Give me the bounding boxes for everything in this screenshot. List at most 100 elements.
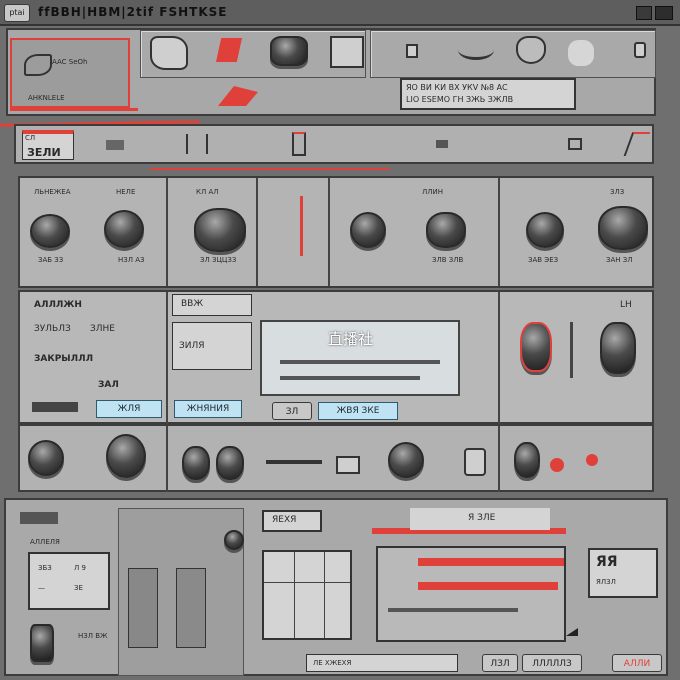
lower-cylinder[interactable] bbox=[464, 448, 486, 476]
bottom-top-strip bbox=[20, 512, 58, 524]
knob-label-1: ЗАБ ЗЗ bbox=[38, 256, 64, 264]
lower-knob-2[interactable] bbox=[106, 434, 146, 478]
lower-knob-5[interactable] bbox=[388, 442, 424, 478]
close-button[interactable] bbox=[655, 6, 673, 20]
plus-icon[interactable] bbox=[568, 138, 582, 150]
knob-label-6: ЗАВ ЭЕЗ bbox=[528, 256, 559, 264]
footer-left: ЛЕ ХЖЕХЯ bbox=[313, 659, 352, 667]
knob-divider-3 bbox=[328, 178, 330, 286]
mid-box: ЗИЛЯ bbox=[172, 322, 252, 370]
minimize-button[interactable] bbox=[636, 6, 652, 20]
mixer-knob-right[interactable] bbox=[600, 322, 636, 374]
knob-divider-4 bbox=[498, 178, 500, 286]
app-menu-button[interactable]: ptai bbox=[4, 4, 30, 22]
graph-bar-1 bbox=[418, 558, 564, 566]
knob-top-label-3: КЛ АЛ bbox=[196, 188, 219, 196]
mid-top-box: ВВЖ bbox=[172, 294, 252, 316]
knob-6[interactable] bbox=[526, 212, 564, 248]
lower-knob-1[interactable] bbox=[28, 440, 64, 476]
bar-icon[interactable] bbox=[106, 140, 124, 150]
knob-7[interactable] bbox=[598, 206, 648, 250]
lower-red-dot-2[interactable] bbox=[586, 454, 598, 466]
mixer-left-label-3: ЗЛНЕ bbox=[90, 324, 115, 334]
lower-divider-1 bbox=[166, 426, 168, 492]
knob-4[interactable] bbox=[350, 212, 386, 248]
knob-3[interactable] bbox=[194, 208, 246, 252]
play-triangle-icon[interactable] bbox=[566, 620, 578, 636]
mixer-divider-1 bbox=[166, 292, 168, 424]
shield-icon[interactable] bbox=[516, 36, 546, 64]
knob-top-label-7: ЗЛЗ bbox=[610, 188, 625, 196]
knob-bank: ЛЬНЕЖЕА НЕЛЕ КЛ АЛ ЛЛИН ЗЛЗ ЗАБ ЗЗ НЗЛ А… bbox=[18, 176, 654, 288]
grid-display bbox=[262, 550, 352, 640]
knob-top-label-5: ЛЛИН bbox=[422, 188, 444, 196]
window-title: ffBBH|HBM|2tif FSHTKSE bbox=[38, 5, 228, 19]
mid-button[interactable]: ЖНЯНИЯ bbox=[174, 400, 242, 418]
right-readout-box: Я ЗЛЕ bbox=[410, 508, 550, 530]
footer-bar: ЛЕ ХЖЕХЯ bbox=[306, 654, 458, 672]
logo-text: AAC SeOh bbox=[52, 58, 88, 66]
blob-icon[interactable] bbox=[568, 40, 594, 66]
wave-icon[interactable] bbox=[458, 40, 494, 60]
logo-icon bbox=[24, 54, 52, 76]
lower-switch[interactable] bbox=[266, 460, 322, 464]
lower-knob-4[interactable] bbox=[216, 446, 244, 480]
readout-display: ЯO ВИ КИ ВХ УКV №8 AC LIO ESEMO ГН ЗЖЬ З… bbox=[400, 78, 576, 110]
cup-icon[interactable] bbox=[270, 36, 308, 66]
mixer-panel: АЛЛЛЖН ЗУЛЬЛЗ ЗЛНЕ ЗАКРЫЛЛЛ ЗАЛ ЖЛЯ ВВЖ … bbox=[18, 290, 654, 424]
lower-knob-6[interactable] bbox=[514, 442, 540, 478]
knob-divider-1 bbox=[166, 178, 168, 286]
graph-bar-3 bbox=[388, 608, 518, 612]
mixer-fader-1[interactable] bbox=[570, 322, 573, 378]
flame-icon[interactable] bbox=[623, 132, 651, 156]
bracket-icon[interactable] bbox=[186, 134, 208, 154]
knob-1[interactable] bbox=[30, 214, 70, 248]
center-title: 直播社 bbox=[328, 330, 374, 348]
red-mark bbox=[218, 86, 258, 106]
grid-line-3 bbox=[264, 582, 350, 583]
tab-active[interactable]: CЛ ЗЕЛИ bbox=[22, 130, 74, 160]
mixer-left-meter bbox=[32, 402, 78, 412]
fader-red[interactable] bbox=[300, 196, 303, 256]
square-icon[interactable] bbox=[330, 36, 364, 68]
accent-line-1 bbox=[150, 168, 390, 170]
footer-tab-2[interactable]: ЛЛЛЛЛЗ bbox=[522, 654, 582, 672]
lower-knob-3[interactable] bbox=[182, 446, 210, 480]
footer-tab-1[interactable]: ЛЗЛ bbox=[482, 654, 518, 672]
fader-knob[interactable] bbox=[224, 530, 244, 550]
lower-red-dot[interactable] bbox=[550, 458, 564, 472]
display-value-4: ЗЕ bbox=[74, 584, 83, 592]
lower-square-button[interactable] bbox=[336, 456, 360, 474]
grid-line-2 bbox=[324, 552, 325, 638]
center-small-button[interactable]: ЗЛ bbox=[272, 402, 312, 420]
logo-box: AAC SeOh AHKNLELE bbox=[10, 38, 130, 108]
center-blue-button[interactable]: ЖВЯ ЗКЕ bbox=[318, 402, 398, 420]
lower-divider-2 bbox=[498, 426, 500, 492]
knob-label-3: ЗЛ ЗЦЦЗЗ bbox=[200, 256, 237, 264]
mixer-red-knob[interactable] bbox=[520, 322, 552, 372]
mixer-left-label-2: ЗУЛЬЛЗ bbox=[34, 324, 71, 334]
display-value-2: Л 9 bbox=[74, 564, 86, 572]
clip-icon[interactable] bbox=[150, 36, 188, 70]
bottom-knob-left[interactable] bbox=[30, 624, 54, 662]
mixer-left-label-1: АЛЛЛЖН bbox=[34, 300, 82, 310]
fader-1[interactable] bbox=[128, 568, 158, 648]
dash-icon[interactable] bbox=[436, 140, 448, 148]
small-square-icon[interactable] bbox=[406, 44, 418, 58]
right-big: ЯЯ bbox=[596, 554, 618, 570]
tab-bar: CЛ ЗЕЛИ bbox=[14, 124, 654, 164]
knob-top-label-1: ЛЬНЕЖЕА bbox=[34, 188, 71, 196]
footer-tab-3[interactable]: АЛЛИ bbox=[612, 654, 662, 672]
mid-label: ЗИЛЯ bbox=[179, 341, 205, 351]
mixer-left-label-5: ЗАЛ bbox=[98, 380, 119, 390]
pitch-icon[interactable] bbox=[292, 132, 306, 156]
cylinder-icon[interactable] bbox=[634, 42, 646, 58]
bottom-panel: ЗБЗ Л 9 — ЗЕ АЛЛЕЛЯ НЗЛ ВЖ ЯЕХЯ Я ЗЛЕ ЯЯ… bbox=[4, 498, 668, 676]
knob-label-2: НЗЛ АЗ bbox=[118, 256, 145, 264]
center-meter-2 bbox=[280, 376, 420, 380]
knob-2[interactable] bbox=[104, 210, 144, 248]
fader-2[interactable] bbox=[176, 568, 206, 648]
logo-underline bbox=[10, 108, 138, 111]
knob-5[interactable] bbox=[426, 212, 466, 248]
mixer-left-button[interactable]: ЖЛЯ bbox=[96, 400, 162, 418]
